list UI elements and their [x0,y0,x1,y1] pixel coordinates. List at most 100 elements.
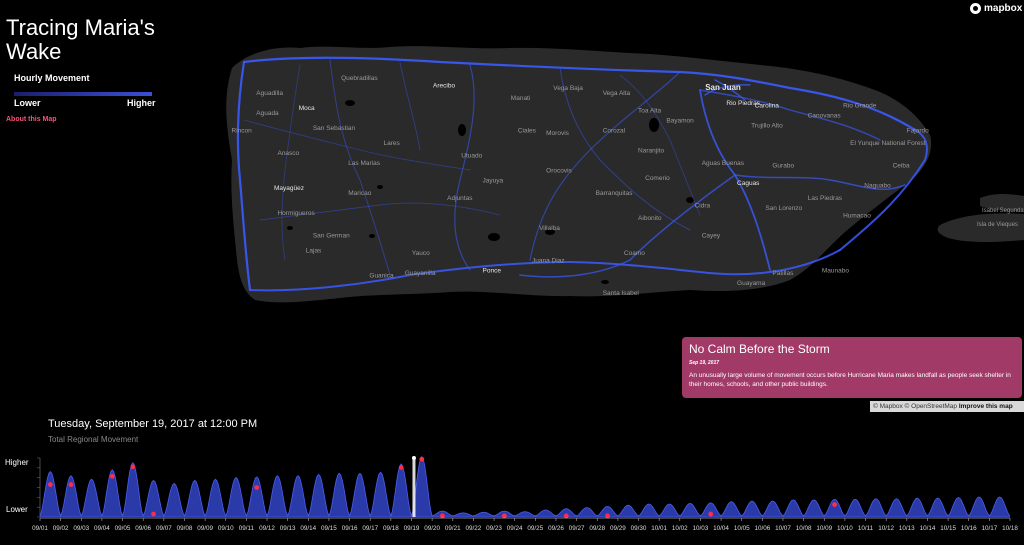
place-label: Villalba [539,225,560,232]
mapbox-logo[interactable]: mapbox [970,3,1022,14]
legend-title: Hourly Movement [14,73,90,83]
x-tick-label: 10/18 [1002,525,1018,532]
x-tick-label: 09/15 [321,525,337,532]
story-event-dot[interactable] [563,513,569,519]
place-label: Quebradillas [341,75,378,82]
place-label: Corozal [603,128,626,135]
mapbox-wordmark: mapbox [984,3,1023,14]
place-label: Morovis [546,130,570,137]
place-label: Patillas [772,270,794,277]
place-label: Hormigueros [277,210,315,217]
place-label: Aguada [256,110,279,117]
chart-y-label-higher: Higher [5,458,29,467]
place-label: Trujillo Alto [751,123,783,130]
place-label: Aguas Buenas [702,160,745,167]
x-tick-label: 10/12 [878,525,894,532]
place-label: Santa Isabel [603,290,640,297]
x-tick-label: 10/07 [775,525,791,532]
x-tick-label: 09/17 [362,525,378,532]
x-tick-label: 10/02 [672,525,688,532]
x-tick-label: 09/19 [404,525,420,532]
place-label: Rincon [232,128,253,135]
story-event-dot[interactable] [832,502,837,508]
place-label: San Sebastian [313,125,356,132]
attribution-osm-link[interactable]: © OpenStreetMap [905,403,957,410]
x-tick-label: 09/06 [135,525,151,532]
chart-area-layer [40,456,1010,517]
place-label: Jayuya [483,178,504,185]
story-event-dot[interactable] [419,456,425,462]
place-label: Guayama [737,280,766,287]
improve-map-link[interactable]: Improve this map [959,403,1013,410]
story-body: An unusually large volume of movement oc… [689,372,1011,388]
place-label: Arecibo [433,83,455,90]
place-label: Las Marias [348,160,381,167]
attribution-mapbox-link[interactable]: © Mapbox [873,403,903,410]
x-tick-label: 09/03 [73,525,89,532]
place-label: Aguadilla [256,90,283,97]
x-tick-label: 10/10 [837,525,853,532]
story-event-dot[interactable] [130,464,136,470]
place-label: Guayanilla [405,270,436,277]
place-label: Bayamon [666,118,694,125]
place-label: Maunabo [822,268,849,275]
place-label: Las Piedras [808,195,843,202]
x-tick-label: 10/11 [858,525,874,532]
story-event-dot[interactable] [254,485,260,490]
place-label: Cidra [695,203,711,210]
story-event-dot[interactable] [68,482,74,487]
place-label: Ceiba [893,163,910,170]
x-tick-label: 09/11 [239,525,255,532]
place-label: San Juan [705,83,741,92]
story-event-dot[interactable] [605,513,610,519]
story-event-dot[interactable] [398,465,404,470]
x-tick-label: 09/04 [94,525,110,532]
x-tick-label: 09/21 [445,525,461,532]
current-time-marker[interactable] [412,458,416,517]
x-tick-label: 09/30 [631,525,647,532]
story-event-dot[interactable] [440,513,445,519]
story-event-dot[interactable] [109,473,115,479]
current-datetime: Tuesday, September 19, 2017 at 12:00 PM [48,418,258,430]
x-tick-label: 10/13 [899,525,915,532]
place-label: Juana Diaz [532,258,565,265]
x-tick-label: 10/01 [651,525,667,532]
story-date: Sep 19, 2017 [689,360,720,366]
x-tick-label: 10/04 [713,525,729,532]
place-label: Comerio [645,175,670,182]
place-label: Aibonito [638,215,662,222]
chart-y-label-lower: Lower [6,505,28,514]
place-label: Yauco [412,250,430,257]
place-label: Vega Baja [553,85,583,92]
place-label: Caguas [737,180,760,187]
place-label: Ponce [483,268,502,275]
lake [458,124,466,136]
place-label: Ciales [518,128,537,135]
x-tick-label: 09/26 [548,525,564,532]
place-label: Naranjito [638,148,664,155]
place-label: Fajardo [907,128,929,135]
place-label: Adjuntas [447,195,473,202]
story-event-dot[interactable] [501,513,507,519]
x-tick-label: 09/18 [383,525,399,532]
about-link[interactable]: About this Map [6,116,57,123]
place-label: Barranquitas [596,190,634,197]
x-tick-label: 10/09 [816,525,832,532]
story-event-dot[interactable] [47,482,53,487]
story-event-dot[interactable] [151,511,156,517]
x-tick-label: 09/12 [259,525,275,532]
x-tick-label: 10/08 [796,525,812,532]
place-label: Humacao [843,213,871,220]
legend-gradient [14,92,152,96]
timeline-subtitle: Total Regional Movement [48,435,139,444]
legend-high-label: Higher [127,98,156,108]
story-event-dot[interactable] [708,511,714,517]
lake [377,185,383,189]
place-label: Toa Alta [638,108,662,115]
x-tick-label: 09/10 [218,525,234,532]
place-label: El Yunque National Forest [850,140,926,147]
lake [649,118,659,132]
movement-timeline-chart[interactable]: Higher Lower 09/01 09/02 09/03 09/04 09/05 09… [0,450,1024,545]
island-label: Isabel Segunda [982,208,1024,214]
x-tick-label: 10/14 [920,525,936,532]
